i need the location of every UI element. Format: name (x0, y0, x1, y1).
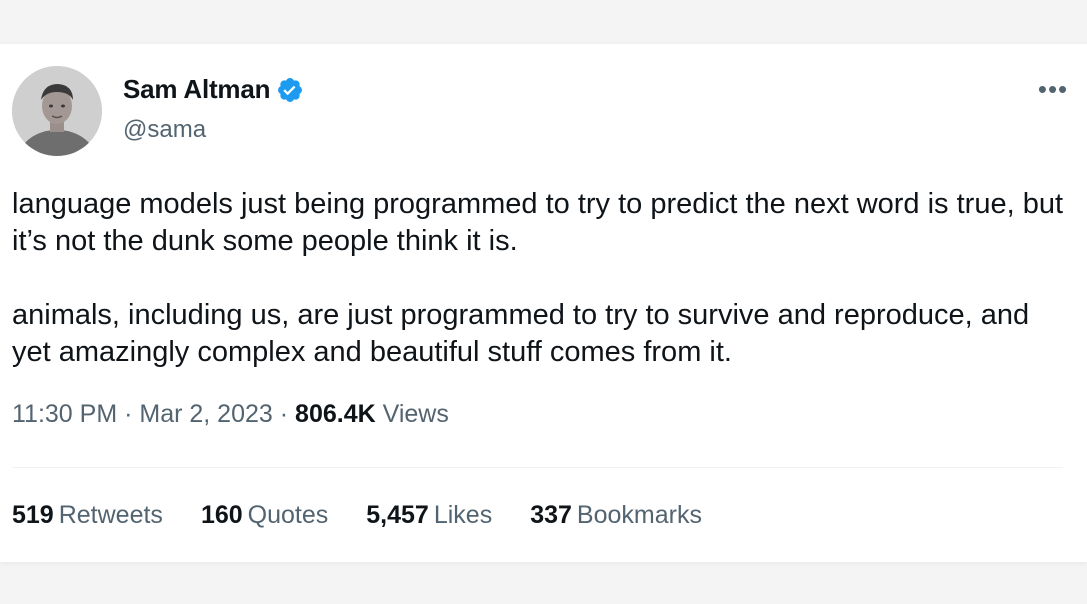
user-handle[interactable]: @sama (123, 116, 206, 144)
tweet-header: Sam Altman @sama ••• (12, 66, 1075, 158)
verified-badge-icon (276, 76, 304, 104)
likes-count: 5,457 (366, 501, 429, 529)
more-icon: ••• (1037, 73, 1069, 104)
tweet-time[interactable]: 11:30 PM (12, 400, 117, 428)
tweet-card: Sam Altman @sama ••• language models jus… (0, 44, 1087, 562)
more-options-button[interactable]: ••• (1033, 74, 1073, 104)
likes-stat[interactable]: 5,457 Likes (366, 501, 492, 530)
bookmarks-label: Bookmarks (576, 501, 702, 529)
views-label: Views (382, 400, 449, 428)
quotes-label: Quotes (247, 501, 329, 529)
tweet-paragraph: language models just being programmed to… (12, 188, 1064, 257)
meta-separator: · (124, 400, 133, 428)
bookmarks-stat[interactable]: 337 Bookmarks (530, 501, 702, 530)
likes-label: Likes (433, 501, 493, 529)
tweet-meta: 11:30 PM · Mar 2, 2023 · 806.4K Views (12, 400, 449, 429)
display-name[interactable]: Sam Altman (123, 74, 271, 105)
tweet-date[interactable]: Mar 2, 2023 (139, 400, 272, 428)
quotes-stat[interactable]: 160 Quotes (201, 501, 328, 530)
tweet-paragraph: animals, including us, are just programm… (12, 299, 1030, 368)
quotes-count: 160 (200, 501, 243, 529)
retweets-count: 519 (12, 501, 54, 529)
name-row: Sam Altman (123, 74, 304, 105)
bookmarks-count: 337 (530, 501, 572, 529)
engagement-stats: 519 Retweets 160 Quotes 5,457 Likes 337 Book… (12, 501, 702, 530)
tweet-text: language models just being programmed to… (12, 186, 1072, 371)
meta-separator: · (279, 400, 289, 428)
avatar[interactable] (12, 66, 102, 156)
views-count: 806.4K (295, 400, 376, 428)
divider (12, 467, 1063, 468)
retweets-label: Retweets (58, 501, 163, 529)
avatar-photo (12, 66, 102, 156)
retweets-stat[interactable]: 519 Retweets (12, 501, 163, 530)
